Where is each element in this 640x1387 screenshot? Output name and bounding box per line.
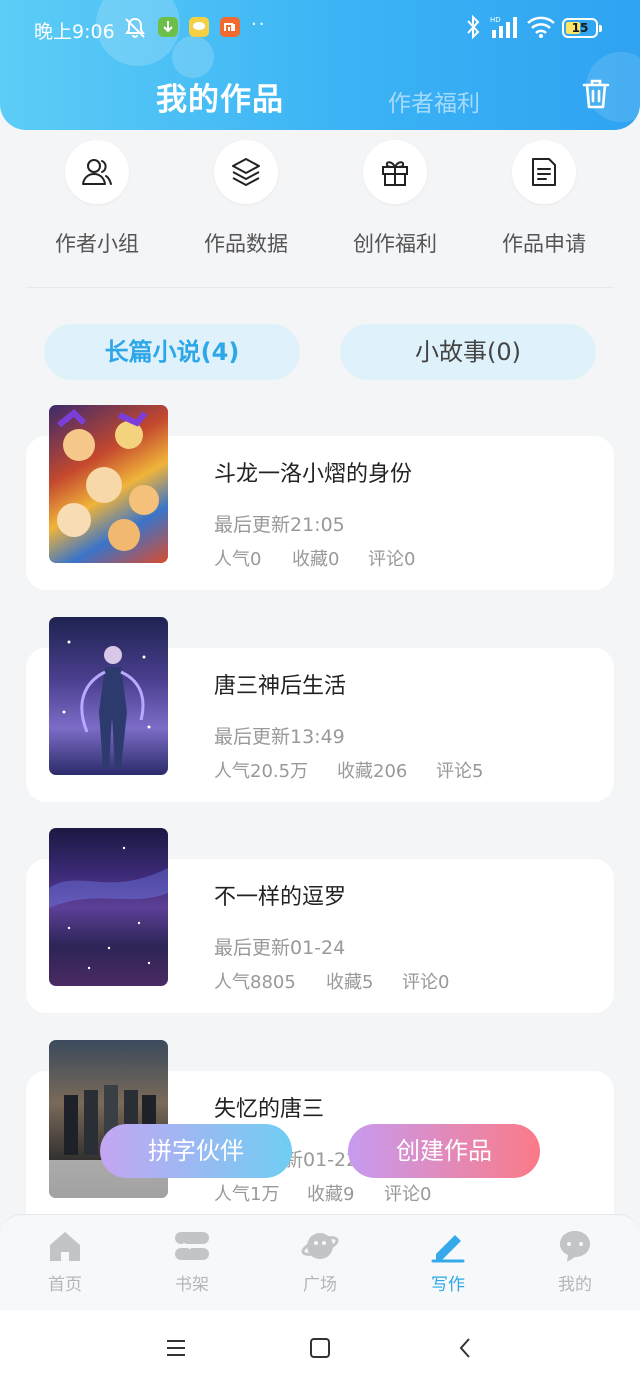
work-favorites: 收藏0 [292, 549, 340, 570]
home-icon [15, 1228, 115, 1264]
mute-bell-icon [125, 17, 145, 38]
people-icon [65, 140, 129, 204]
work-cover-image[interactable] [49, 828, 168, 986]
bluetooth-icon [467, 14, 480, 40]
work-popularity: 人气0 [214, 549, 262, 570]
nav-label: 我的 [558, 1275, 592, 1295]
work-cover-image[interactable] [49, 617, 168, 775]
work-title: 斗龙一洛小熠的身份 [214, 462, 413, 487]
status-bar: 晚上9:06 ·· HD 15 [0, 0, 640, 56]
quick-action-author-group[interactable]: 作者小组 [27, 140, 167, 258]
work-title: 不一样的逗罗 [214, 885, 347, 910]
quick-action-creation-benefits[interactable]: 创作福利 [325, 140, 465, 258]
quick-action-label: 作者小组 [55, 232, 139, 256]
signal-icon: HD [490, 16, 517, 38]
work-last-updated: 最后更新01-24 [214, 937, 346, 959]
trash-icon[interactable] [578, 76, 614, 112]
work-favorites: 收藏9 [307, 1184, 355, 1205]
work-comments: 评论0 [384, 1184, 432, 1205]
pen-icon [398, 1228, 498, 1264]
home-square-icon[interactable] [308, 1336, 332, 1360]
work-title: 唐三神后生活 [214, 674, 347, 699]
work-title: 失忆的唐三 [214, 1097, 325, 1122]
back-chevron-icon[interactable] [454, 1336, 478, 1360]
app-header: 晚上9:06 ·· HD 15 我的作品 作者福利 [0, 0, 640, 130]
segment-long-novel[interactable]: 长篇小说(4) [44, 324, 300, 380]
layers-icon [214, 140, 278, 204]
signal-hd-label: HD [490, 16, 501, 24]
nav-mine[interactable]: 我的 [525, 1228, 625, 1295]
nav-label: 书架 [175, 1275, 209, 1295]
nav-write[interactable]: 写作 [398, 1228, 498, 1295]
planet-icon [270, 1228, 370, 1264]
segment-short-story[interactable]: 小故事(0) [340, 324, 596, 380]
work-popularity: 人气1万 [214, 1184, 280, 1205]
work-comments: 评论0 [402, 972, 450, 993]
nav-home[interactable]: 首页 [15, 1228, 115, 1295]
work-comments: 评论5 [436, 761, 484, 782]
quick-action-works-data[interactable]: 作品数据 [176, 140, 316, 258]
chat-app-icon [189, 17, 209, 37]
work-cover-image[interactable] [49, 405, 168, 563]
battery-level: 15 [571, 21, 589, 35]
battery-indicator: 15 [562, 18, 602, 38]
nav-label: 广场 [303, 1275, 337, 1295]
download-app-icon [158, 17, 178, 37]
create-work-button[interactable]: 创建作品 [348, 1124, 540, 1178]
work-favorites: 收藏206 [337, 761, 408, 782]
mi-app-icon [220, 17, 240, 37]
status-time: 晚上9:06 [34, 21, 115, 43]
more-notifications-indicator: ·· [251, 14, 267, 35]
tab-author-benefits[interactable]: 作者福利 [388, 84, 480, 118]
work-favorites: 收藏5 [326, 972, 374, 993]
quick-action-works-application[interactable]: 作品申请 [474, 140, 614, 258]
work-last-updated: 最后更新13:49 [214, 726, 345, 748]
typing-partner-button[interactable]: 拼字伙伴 [100, 1124, 292, 1178]
nav-bookshelf[interactable]: 书架 [142, 1228, 242, 1295]
document-icon [512, 140, 576, 204]
work-popularity: 人气8805 [214, 972, 296, 993]
wifi-icon [527, 16, 555, 38]
section-divider [26, 287, 614, 288]
tab-my-works[interactable]: 我的作品 [156, 74, 284, 119]
menu-icon[interactable] [164, 1336, 188, 1360]
nav-plaza[interactable]: 广场 [270, 1228, 370, 1295]
quick-action-label: 作品申请 [502, 232, 586, 256]
chat-bubble-icon [525, 1228, 625, 1264]
nav-label: 写作 [431, 1275, 465, 1295]
work-comments: 评论0 [368, 549, 416, 570]
bookshelf-icon [142, 1228, 242, 1264]
work-last-updated: 最后更新21:05 [214, 514, 345, 536]
gift-icon [363, 140, 427, 204]
quick-action-label: 作品数据 [204, 232, 288, 256]
work-popularity: 人气20.5万 [214, 761, 309, 782]
quick-action-label: 创作福利 [353, 232, 437, 256]
nav-label: 首页 [48, 1275, 82, 1295]
